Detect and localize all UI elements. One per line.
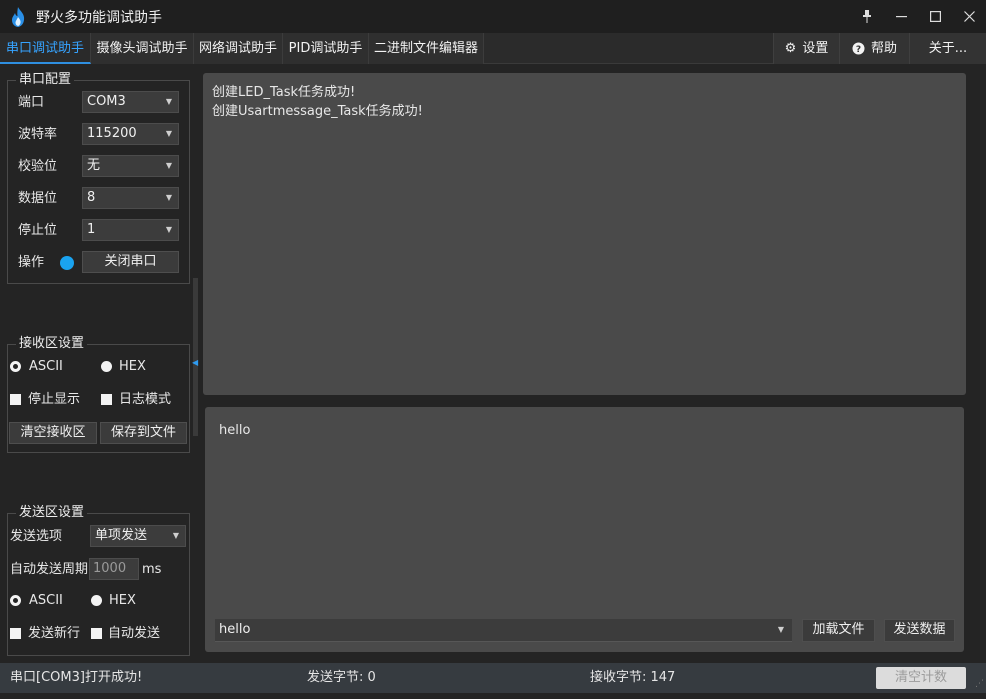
chevron-down-icon: ▼ [165, 97, 172, 106]
send-newline-label: 发送新行 [28, 626, 81, 641]
stop-display-label: 停止显示 [28, 392, 81, 407]
resize-grip-icon[interactable]: ⋰ [975, 679, 984, 689]
settings-button[interactable]: ⚙ 设置 [773, 33, 839, 64]
send-history-select[interactable]: hello ▼ [215, 619, 792, 642]
clear-count-button[interactable]: 清空计数 [876, 667, 966, 689]
recv-ascii-label: ASCII [29, 359, 63, 374]
send-ascii-radio[interactable] [10, 595, 21, 606]
title-bar: 野火多功能调试助手 [0, 0, 986, 33]
load-file-button[interactable]: 加载文件 [802, 619, 875, 642]
receive-line: 创建Usartmessage_Task任务成功! [212, 104, 423, 119]
minimize-button[interactable] [884, 0, 918, 33]
send-data-button[interactable]: 发送数据 [884, 619, 955, 642]
send-hex-radio[interactable] [91, 595, 102, 606]
window-title: 野火多功能调试助手 [36, 9, 162, 26]
port-status-led [60, 256, 74, 270]
help-button[interactable]: ? 帮助 [839, 33, 909, 64]
chevron-down-icon: ▼ [777, 625, 784, 634]
recv-bytes-counter: 接收字节: 147 [590, 670, 676, 685]
close-port-button[interactable]: 关闭串口 [82, 251, 179, 273]
settings-label: 设置 [802, 41, 829, 56]
recv-ascii-radio[interactable] [10, 361, 21, 372]
send-text: hello [219, 423, 251, 438]
receive-line: 创建LED_Task任务成功! [212, 85, 356, 100]
log-mode-checkbox[interactable] [101, 394, 112, 405]
databits-select[interactable]: 8 ▼ [82, 187, 179, 209]
send-history-value: hello [219, 622, 251, 637]
send-ascii-label: ASCII [29, 593, 63, 608]
send-newline-checkbox[interactable] [10, 628, 21, 639]
chevron-down-icon: ▼ [165, 161, 172, 170]
tab-bar: 串口调试助手 摄像头调试助手 网络调试助手 PID调试助手 二进制文件编辑器 ⚙… [0, 33, 986, 64]
parity-value: 无 [87, 158, 101, 173]
sent-bytes-counter: 发送字节: 0 [307, 670, 376, 685]
port-value: COM3 [87, 94, 126, 109]
panel-splitter[interactable] [193, 278, 198, 436]
about-button[interactable]: 关于... [909, 33, 986, 64]
chevron-down-icon: ▼ [165, 129, 172, 138]
close-button[interactable] [952, 0, 986, 33]
save-to-file-button[interactable]: 保存到文件 [100, 422, 187, 444]
parity-label: 校验位 [18, 159, 58, 174]
baud-select[interactable]: 115200 ▼ [82, 123, 179, 145]
send-hex-label: HEX [109, 593, 136, 608]
send-settings-title: 发送区设置 [16, 505, 88, 521]
send-area[interactable]: hello hello ▼ 加载文件 发送数据 [205, 407, 964, 652]
auto-period-label: 自动发送周期 [10, 562, 89, 577]
flame-logo-icon [12, 6, 25, 27]
clear-receive-button[interactable]: 清空接收区 [9, 422, 97, 444]
gear-icon: ⚙ [784, 41, 797, 56]
tab-serial[interactable]: 串口调试助手 [0, 33, 91, 64]
auto-send-label: 自动发送 [108, 626, 161, 641]
chevron-down-icon: ▼ [165, 225, 172, 234]
port-select[interactable]: COM3 ▼ [82, 91, 179, 113]
chevron-left-icon[interactable]: ◀ [192, 358, 198, 367]
recv-hex-radio[interactable] [101, 361, 112, 372]
receive-settings-title: 接收区设置 [16, 336, 88, 352]
log-mode-label: 日志模式 [119, 392, 172, 407]
recv-hex-label: HEX [119, 359, 146, 374]
operation-label: 操作 [18, 255, 45, 270]
stop-display-checkbox[interactable] [10, 394, 21, 405]
help-icon: ? [852, 42, 865, 55]
status-message: 串口[COM3]打开成功! [10, 670, 143, 685]
tab-camera[interactable]: 摄像头调试助手 [91, 33, 194, 64]
baud-label: 波特率 [18, 127, 58, 142]
databits-value: 8 [87, 190, 96, 205]
tab-binary-editor[interactable]: 二进制文件编辑器 [369, 33, 484, 64]
chevron-down-icon: ▼ [165, 193, 172, 202]
pin-icon[interactable] [850, 0, 884, 33]
port-label: 端口 [18, 95, 45, 110]
period-unit-label: ms [142, 562, 162, 577]
send-option-select[interactable]: 单项发送 ▼ [90, 525, 186, 547]
send-option-value: 单项发送 [95, 528, 148, 543]
auto-period-input[interactable]: 1000 [89, 558, 139, 580]
svg-text:?: ? [856, 45, 861, 55]
serial-config-title: 串口配置 [16, 72, 75, 88]
receive-area[interactable]: 创建LED_Task任务成功! 创建Usartmessage_Task任务成功! [203, 73, 966, 395]
baud-value: 115200 [87, 126, 137, 141]
status-bar: 串口[COM3]打开成功! 发送字节: 0 接收字节: 147 清空计数 [0, 663, 986, 693]
stopbits-label: 停止位 [18, 223, 58, 238]
auto-send-checkbox[interactable] [91, 628, 102, 639]
chevron-down-icon: ▼ [172, 531, 179, 540]
stopbits-select[interactable]: 1 ▼ [82, 219, 179, 241]
parity-select[interactable]: 无 ▼ [82, 155, 179, 177]
send-option-label: 发送选项 [10, 529, 63, 544]
help-label: 帮助 [870, 41, 897, 56]
maximize-button[interactable] [918, 0, 952, 33]
stopbits-value: 1 [87, 222, 96, 237]
tab-pid[interactable]: PID调试助手 [283, 33, 369, 64]
databits-label: 数据位 [18, 191, 58, 206]
tab-network[interactable]: 网络调试助手 [194, 33, 283, 64]
